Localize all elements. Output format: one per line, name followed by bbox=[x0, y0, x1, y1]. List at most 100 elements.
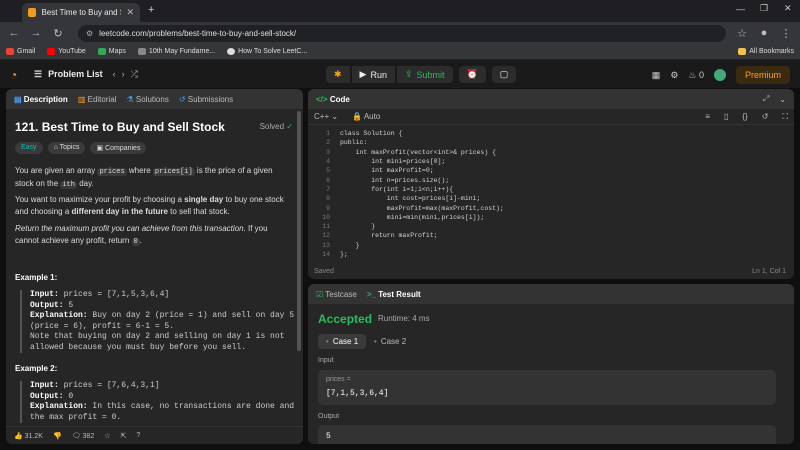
bookmark-fundamentals[interactable]: 10th May Fundame... bbox=[137, 48, 215, 55]
new-tab-icon[interactable]: + bbox=[148, 4, 154, 16]
code-text: class Solution { bbox=[340, 130, 403, 138]
example-1-block: Input: prices = [7,1,5,3,6,4] Output: 5 … bbox=[20, 290, 295, 353]
layout-icon[interactable]: ▦ bbox=[652, 70, 661, 81]
solved-status: Solved ✓ bbox=[259, 122, 293, 131]
browser-tab[interactable]: Best Time to Buy and Sell Stock ✕ bbox=[22, 3, 140, 22]
tag-icon: ⌂ bbox=[53, 144, 58, 151]
description-scrollbar[interactable] bbox=[297, 111, 301, 351]
settings-icon[interactable]: ⚙ bbox=[670, 70, 678, 81]
reload-icon[interactable]: ↻ bbox=[52, 27, 64, 40]
braces-icon[interactable]: {} bbox=[742, 112, 747, 121]
runtime-text: Runtime: 4 ms bbox=[378, 314, 430, 323]
topics-chip[interactable]: ⌂ Topics bbox=[47, 142, 86, 154]
shuffle-icon[interactable]: ⤮ bbox=[131, 69, 138, 80]
reset-icon[interactable]: ↺ bbox=[762, 112, 769, 121]
all-bookmarks[interactable]: All Bookmarks bbox=[738, 48, 794, 55]
notes-button[interactable]: ▢ bbox=[491, 66, 517, 83]
doc-icon bbox=[137, 48, 146, 55]
difficulty-badge[interactable]: Easy bbox=[15, 142, 43, 154]
tab-testcase[interactable]: ☑ Testcase bbox=[316, 290, 357, 299]
folder-icon bbox=[738, 48, 747, 55]
timer-button[interactable]: ⏰ bbox=[458, 66, 486, 83]
tab-test-result[interactable]: >_ Test Result bbox=[367, 290, 421, 299]
code-line: 3 int maxProfit(vector<int>& prices) { bbox=[308, 148, 794, 157]
browser-tab-bar: Best Time to Buy and Sell Stock ✕ + — ❐ … bbox=[0, 0, 800, 22]
code-line: 10 mini=min(mini,prices[i]); bbox=[308, 213, 794, 222]
submit-button[interactable]: ⇪ Submit bbox=[396, 66, 453, 83]
output-box: 5 bbox=[318, 425, 776, 444]
run-button[interactable]: ▶ Run bbox=[351, 66, 395, 83]
streak-fire-icon[interactable]: ♨ 0 bbox=[688, 70, 704, 81]
forward-icon[interactable]: → bbox=[30, 27, 42, 39]
problem-list-link[interactable]: Problem List bbox=[48, 69, 103, 79]
line-number: 12 bbox=[322, 232, 330, 240]
youtube-icon bbox=[47, 48, 56, 55]
note-icon: ▢ bbox=[499, 69, 509, 79]
line-number: 4 bbox=[326, 158, 330, 166]
bookmark-leetcode[interactable]: How To Solve LeetC... bbox=[227, 48, 307, 55]
back-icon[interactable]: ← bbox=[8, 27, 20, 39]
comment-icon: 🗨 bbox=[71, 432, 81, 440]
test-result-panel: ☑ Testcase >_ Test Result Accepted Runti… bbox=[308, 284, 794, 444]
auto-mode[interactable]: 🔒 Auto bbox=[352, 112, 380, 121]
fullscreen-icon[interactable]: ⛶ bbox=[782, 112, 788, 122]
tab-solutions[interactable]: ⚗ Solutions bbox=[127, 95, 169, 104]
expand-icon[interactable]: ⤢ bbox=[763, 94, 769, 104]
close-window-icon[interactable]: ✕ bbox=[784, 3, 792, 14]
history-icon: ↺ bbox=[178, 94, 186, 104]
prev-problem-icon[interactable]: ‹ bbox=[113, 69, 116, 79]
code-line: 9 maxProfit=max(maxProfit,cost); bbox=[308, 203, 794, 212]
output-label: Output bbox=[318, 413, 340, 420]
menu-icon[interactable]: ⋮ bbox=[780, 27, 792, 40]
code-editor[interactable]: 1 class Solution {2 public: 3 int maxProfit… bbox=[308, 129, 794, 259]
description-icon: ▤ bbox=[14, 94, 22, 104]
bookmark-star-icon[interactable]: ☆ bbox=[736, 27, 748, 40]
bookmark-maps[interactable]: Maps bbox=[97, 48, 126, 55]
line-number: 14 bbox=[322, 251, 330, 258]
terminal-icon: >_ bbox=[366, 289, 376, 299]
restore-icon[interactable]: ❐ bbox=[760, 3, 768, 14]
share-icon[interactable]: ⇱ bbox=[121, 432, 127, 440]
minimize-icon[interactable]: — bbox=[736, 4, 745, 14]
tab-description[interactable]: ▤ Description bbox=[14, 95, 68, 104]
chevron-down-icon[interactable]: ⌄ bbox=[779, 95, 786, 104]
site-info-icon[interactable]: ⚙ bbox=[86, 29, 93, 38]
line-number: 10 bbox=[322, 213, 330, 221]
next-problem-icon[interactable]: › bbox=[122, 69, 125, 79]
like-button[interactable]: 👍 31.2K bbox=[14, 432, 43, 440]
case-2-dot: • bbox=[374, 337, 377, 346]
line-number: 13 bbox=[322, 241, 330, 249]
format-icon[interactable]: ≡ bbox=[705, 112, 710, 121]
code-line: 4 int mini=prices[0]; bbox=[308, 157, 794, 166]
case-1-tab[interactable]: • Case 1 bbox=[318, 334, 367, 349]
line-number: 5 bbox=[326, 167, 330, 175]
code-text: for(int i=1;i<n;i++){ bbox=[340, 185, 454, 193]
bookmark-youtube[interactable]: YouTube bbox=[47, 48, 86, 55]
debug-button[interactable]: ✱ bbox=[326, 66, 350, 83]
comments-button[interactable]: 🗨 382 bbox=[72, 432, 95, 440]
url-text: leetcode.com/problems/best-time-to-buy-a… bbox=[99, 28, 297, 38]
avatar[interactable] bbox=[713, 69, 726, 81]
help-icon[interactable]: ? bbox=[136, 432, 140, 439]
bookmark-icon[interactable]: ▯ bbox=[724, 112, 728, 121]
flask-icon: ⚗ bbox=[126, 94, 134, 104]
case-1-dot: • bbox=[326, 337, 329, 346]
profile-icon[interactable]: ● bbox=[758, 27, 770, 39]
bookmarks-bar: Gmail YouTube Maps 10th May Fundame... H… bbox=[0, 44, 800, 60]
case-2-tab[interactable]: • Case 2 bbox=[366, 334, 414, 349]
line-number: 7 bbox=[326, 185, 330, 193]
companies-chip[interactable]: ▣ Companies bbox=[90, 142, 147, 154]
language-select[interactable]: C++ ⌄ bbox=[314, 112, 338, 121]
code-panel: </> Code ⤢ ⌄ C++ ⌄ 🔒 Auto ≡ ▯ {} ↺ ⛶ 1 cl… bbox=[308, 89, 794, 279]
tab-editorial[interactable]: ▥ Editorial bbox=[78, 95, 117, 104]
leetcode-logo-icon[interactable]: ◔ bbox=[10, 68, 22, 82]
premium-button[interactable]: Premium bbox=[735, 66, 790, 84]
close-tab-icon[interactable]: ✕ bbox=[126, 7, 134, 18]
tab-submissions[interactable]: ↺ Submissions bbox=[179, 95, 233, 104]
bookmark-gmail[interactable]: Gmail bbox=[6, 48, 35, 55]
favorite-star-icon[interactable]: ☆ bbox=[104, 432, 110, 440]
dislike-icon[interactable]: 👎 bbox=[53, 432, 62, 440]
line-number: 1 bbox=[326, 130, 330, 138]
input-box: prices = [7,1,5,3,6,4] bbox=[318, 370, 776, 405]
url-field[interactable]: ⚙ leetcode.com/problems/best-time-to-buy… bbox=[78, 24, 726, 42]
